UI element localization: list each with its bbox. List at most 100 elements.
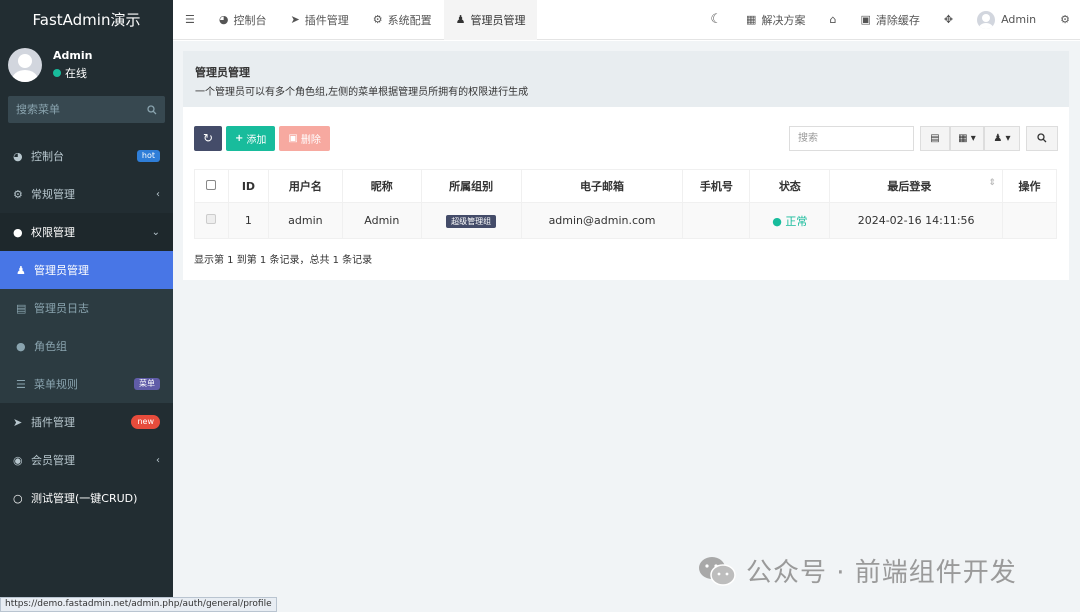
sidebar-item-dashboard[interactable]: ◕ 控制台 hot (0, 137, 173, 175)
sidebar: FastAdmin演示 Admin 在线 ◕ 控制台 hot ⚙ 常规管理 ‹ … (0, 0, 173, 612)
tab-admin[interactable]: ♟ 管理员管理 (443, 0, 538, 40)
user-circle-icon: ◉ (13, 453, 23, 467)
cell-username: admin (267, 202, 343, 239)
table-header-row: ID 用户名 昵称 所属组别 电子邮箱 手机号 状态 最后登录 ⇕ 操作 (194, 169, 1057, 203)
chevron-left-icon: ‹ (156, 454, 160, 466)
columns-button[interactable]: ▦ ▾ (950, 125, 984, 151)
gear-icon: ⚙ (372, 13, 383, 26)
sidebar-item-test[interactable]: ○ 测试管理(一键CRUD) (0, 479, 173, 517)
sidebar-item-addon[interactable]: ➤ 插件管理 new (0, 403, 173, 441)
column-header-nickname[interactable]: 昵称 (341, 169, 422, 203)
cell-mobile (682, 202, 751, 239)
column-header-status[interactable]: 状态 (749, 169, 831, 203)
users-icon: ● (13, 225, 23, 239)
group-badge: 超级管理组 (446, 215, 497, 228)
sort-icon[interactable]: ⇕ (988, 178, 996, 188)
solutions-link[interactable]: ▦ 解决方案 (734, 0, 817, 40)
sidebar-item-adminlog[interactable]: ▤ 管理员日志 (0, 289, 173, 327)
cell-email: admin@admin.com (520, 202, 684, 239)
avatar[interactable] (8, 48, 42, 82)
menu-badge: 菜单 (134, 378, 160, 390)
hot-badge: hot (136, 150, 160, 162)
sidebar-search (8, 96, 165, 123)
circle-icon: ○ (13, 491, 23, 505)
toggle-view-button[interactable]: ▤ (920, 125, 950, 151)
dashboard-icon: ◕ (13, 149, 23, 163)
home-button[interactable]: ⌂ (817, 0, 848, 40)
dark-mode-button[interactable]: ☾ (698, 0, 734, 40)
sidebar-search-input[interactable] (16, 103, 136, 116)
gears-icon: ⚙ (13, 187, 23, 201)
user-panel: Admin 在线 (0, 40, 173, 90)
watermark: 公众号 · 前端组件开发 (698, 552, 1017, 589)
online-dot-icon (53, 69, 61, 77)
sidebar-item-auth[interactable]: ● 权限管理 ⌄ (0, 213, 173, 251)
user-menu[interactable]: Admin (965, 0, 1048, 40)
dashboard-icon: ◕ (218, 13, 229, 26)
fullscreen-button[interactable]: ✥ (932, 0, 965, 40)
sidebar-toggle-button[interactable]: ☰ (173, 0, 207, 40)
gears-icon: ⚙ (1060, 13, 1070, 26)
bars-icon: ☰ (16, 377, 26, 391)
column-header-mobile[interactable]: 手机号 (682, 169, 751, 203)
avatar (977, 10, 996, 29)
column-header-email[interactable]: 电子邮箱 (520, 169, 684, 203)
tab-config[interactable]: ⚙ 系统配置 (361, 0, 444, 40)
delete-button[interactable]: ▣ 删除 (279, 125, 330, 151)
column-header-username[interactable]: 用户名 (267, 169, 343, 203)
settings-button[interactable]: ⚙ (1048, 0, 1080, 40)
status-badge: ● 正常 (772, 214, 808, 228)
home-icon: ⌂ (829, 13, 837, 26)
column-header-id[interactable]: ID (227, 169, 269, 203)
advanced-search-button[interactable] (1026, 125, 1058, 151)
bars-icon: ☰ (185, 13, 195, 26)
table-search-input[interactable] (789, 125, 914, 151)
select-all-cell (194, 169, 229, 203)
clear-cache-button[interactable]: ▣ 清除缓存 (848, 0, 931, 40)
status-bar-url: https://demo.fastadmin.net/admin.php/aut… (0, 597, 277, 612)
wechat-icon (699, 556, 736, 586)
sidebar-item-group[interactable]: ● 角色组 (0, 327, 173, 365)
grid-icon: ▦ ▾ (958, 132, 976, 144)
export-button[interactable]: ♟ ▾ (984, 125, 1020, 151)
sidebar-item-rule[interactable]: ☰ 菜单规则 菜单 (0, 365, 173, 403)
select-all-checkbox[interactable] (206, 179, 217, 190)
user-status: 在线 (53, 65, 92, 81)
sidebar-menu: ◕ 控制台 hot ⚙ 常规管理 ‹ ● 权限管理 ⌄ ♟ 管理员管理 ▤ 管理… (0, 137, 173, 517)
status-dot-icon: ● (772, 214, 782, 228)
user-icon: ♟ (16, 263, 26, 277)
user-icon: ♟ (455, 13, 466, 26)
sidebar-item-member[interactable]: ◉ 会员管理 ‹ (0, 441, 173, 479)
brand-logo[interactable]: FastAdmin演示 (0, 0, 173, 40)
tab-dashboard[interactable]: ◕ 控制台 (207, 0, 279, 40)
group-icon: ● (16, 339, 26, 353)
sidebar-item-admin[interactable]: ♟ 管理员管理 (0, 251, 173, 289)
column-header-group[interactable]: 所属组别 (420, 169, 522, 203)
list-alt-icon: ▤ (16, 301, 27, 315)
row-checkbox[interactable] (206, 214, 217, 224)
sidebar-item-general[interactable]: ⚙ 常规管理 ‹ (0, 175, 173, 213)
table-row[interactable]: 1 admin Admin 超级管理组 admin@admin.com ● 正常… (194, 202, 1057, 239)
rocket-icon: ➤ (290, 13, 300, 26)
list-icon: ▤ (930, 132, 940, 144)
page-description: 一个管理员可以有多个角色组,左侧的菜单根据管理员所拥有的权限进行生成 (195, 87, 529, 98)
add-button[interactable]: + 添加 (226, 125, 276, 151)
admin-panel: 管理员管理 一个管理员可以有多个角色组,左侧的菜单根据管理员所拥有的权限进行生成… (183, 51, 1069, 280)
auth-submenu: ♟ 管理员管理 ▤ 管理员日志 ● 角色组 ☰ 菜单规则 菜单 (0, 251, 173, 403)
cell-id: 1 (227, 202, 269, 239)
content-area: 管理员管理 一个管理员可以有多个角色组,左侧的菜单根据管理员所拥有的权限进行生成… (173, 41, 1080, 612)
column-header-operate: 操作 (1002, 169, 1057, 203)
page-title: 管理员管理 (195, 66, 250, 79)
cell-logintime: 2024-02-16 14:11:56 (829, 202, 1004, 239)
search-icon[interactable] (147, 104, 157, 115)
admin-table: ID 用户名 昵称 所属组别 电子邮箱 手机号 状态 最后登录 ⇕ 操作 1 ad… (194, 169, 1057, 239)
expand-icon: ✥ (943, 13, 954, 26)
new-badge: new (131, 415, 160, 429)
cell-nickname: Admin (341, 202, 422, 239)
trash-icon: ▣ (288, 132, 298, 144)
tab-addon[interactable]: ➤ 插件管理 (278, 0, 360, 40)
column-header-logintime[interactable]: 最后登录 ⇕ (829, 169, 1004, 203)
refresh-button[interactable]: ↻ (194, 125, 222, 151)
export-icon: ♟ ▾ (993, 132, 1011, 144)
moon-icon: ☾ (710, 12, 723, 27)
